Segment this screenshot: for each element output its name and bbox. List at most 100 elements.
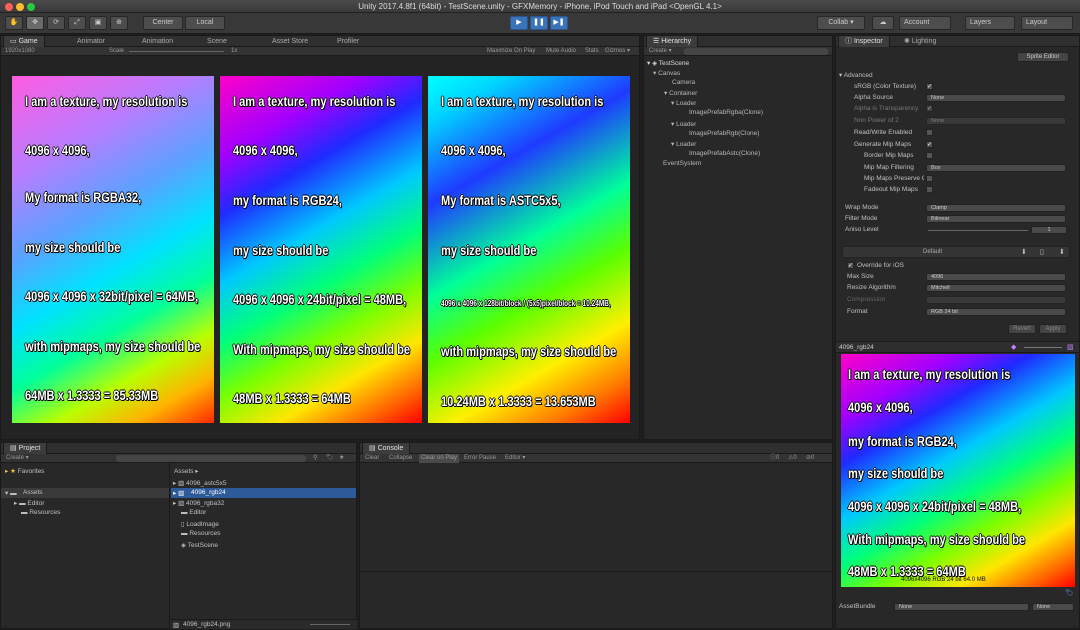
file-item-rgba32[interactable]: ▸ ▧ 4096_rgba32	[173, 499, 224, 507]
override-ios-checkbox[interactable]: ✓	[847, 262, 854, 269]
layout-dropdown[interactable]: Layout	[1021, 16, 1073, 30]
hierarchy-item-image-rgba[interactable]: ImagePrefabRgba(Clone)	[689, 109, 763, 116]
wrap-mode-dropdown[interactable]: Clamp	[926, 204, 1066, 212]
collapse-button[interactable]: Collapse	[389, 454, 412, 463]
hierarchy-item-container[interactable]: ▾ Container	[664, 89, 697, 97]
maximize-on-play-toggle[interactable]: Maximize On Play	[487, 47, 535, 56]
resize-algorithm-dropdown[interactable]: Mitchell	[926, 284, 1066, 292]
mip-slider[interactable]	[1024, 347, 1062, 348]
scale-slider[interactable]	[129, 51, 224, 52]
hand-tool-button[interactable]: ✋	[5, 16, 23, 30]
generate-mipmaps-checkbox[interactable]: ✓	[926, 141, 933, 148]
console-splitter[interactable]	[360, 571, 832, 572]
tab-inspector[interactable]: ⓘ Inspector	[838, 36, 890, 47]
hierarchy-search-input[interactable]	[684, 48, 828, 55]
tab-hierarchy[interactable]: ☰ Hierarchy	[646, 36, 699, 47]
step-button[interactable]: ▶❚	[550, 16, 568, 30]
aniso-slider[interactable]	[928, 230, 1028, 231]
hierarchy-item-loader[interactable]: ▾ Loader	[671, 120, 696, 128]
alpha-source-dropdown[interactable]: None	[926, 94, 1066, 102]
tab-asset-store[interactable]: Asset Store	[266, 36, 314, 47]
assetbundle-variant-dropdown[interactable]: None	[1032, 603, 1074, 611]
cloud-button[interactable]: ☁	[872, 16, 894, 30]
android-icon[interactable]: ⬇	[1059, 248, 1065, 256]
alpha-is-transparency-checkbox[interactable]: ✓	[926, 105, 933, 112]
hierarchy-item-image-astc[interactable]: ImagePrefabAstc(Clone)	[689, 150, 760, 157]
rgb-icon[interactable]: ◆	[1011, 343, 1016, 351]
icon-size-slider[interactable]	[310, 624, 350, 625]
hierarchy-item-loader[interactable]: ▾ Loader	[671, 140, 696, 148]
layers-dropdown[interactable]: Layers	[965, 16, 1015, 30]
tab-animator[interactable]: Animator	[71, 36, 111, 47]
collab-dropdown[interactable]: Collab ▾	[817, 16, 865, 30]
hierarchy-item-eventsystem[interactable]: EventSystem	[663, 160, 701, 167]
tab-console[interactable]: ▤ Console	[362, 443, 411, 454]
border-mipmaps-checkbox[interactable]	[926, 152, 933, 159]
info-count-icon[interactable]: ⓘ 0	[770, 454, 779, 463]
editor-dropdown[interactable]: Editor ▾	[505, 454, 525, 463]
format-dropdown[interactable]: RGB 24 bit	[926, 308, 1066, 316]
hierarchy-item-canvas[interactable]: ▾ Canvas	[653, 69, 680, 77]
folder-item-resources[interactable]: ▬ Resources	[21, 509, 60, 516]
assets-root-item[interactable]: ▾ ▬ Assets	[1, 488, 169, 498]
tab-scene[interactable]: Scene	[201, 36, 233, 47]
pivot-center-button[interactable]: Center	[143, 16, 183, 30]
apply-button[interactable]: Apply	[1039, 324, 1067, 334]
sprite-editor-button[interactable]: Sprite Editor	[1017, 52, 1069, 62]
scale-tool-button[interactable]: ⤢	[68, 16, 86, 30]
revert-button[interactable]: Revert	[1008, 324, 1036, 334]
assetbundle-dropdown[interactable]: None	[894, 603, 1029, 611]
gizmos-dropdown[interactable]: Gizmos ▾	[605, 47, 630, 56]
srgb-checkbox[interactable]: ✓	[926, 83, 933, 90]
rect-tool-button[interactable]: ▣	[89, 16, 107, 30]
ios-device-icon[interactable]: ▯	[1040, 248, 1044, 256]
clear-button[interactable]: Clear	[365, 454, 379, 463]
fadeout-mipmaps-checkbox[interactable]	[926, 186, 933, 193]
aniso-value-field[interactable]: 1	[1031, 226, 1067, 234]
file-item-rgb24-selected[interactable]: ▸ ▧ 4096_rgb24	[171, 488, 356, 498]
favorites-item[interactable]: ▸ ★ Favorites	[5, 467, 44, 475]
error-count-icon[interactable]: ⊘ 0	[806, 454, 814, 463]
space-local-button[interactable]: Local	[185, 16, 225, 30]
minimize-window-button[interactable]	[16, 3, 24, 11]
project-search-input[interactable]	[116, 455, 306, 462]
mipmaps-preserve-checkbox[interactable]	[926, 175, 933, 182]
hierarchy-create-dropdown[interactable]: Create ▾	[649, 47, 672, 56]
project-create-dropdown[interactable]: Create ▾	[6, 454, 29, 463]
close-window-button[interactable]	[5, 3, 13, 11]
mip-icon[interactable]: ▨	[1067, 343, 1074, 351]
play-button[interactable]: ▶	[510, 16, 528, 30]
file-item-loadimage[interactable]: ▯ LoadImage	[181, 520, 219, 528]
hierarchy-item-camera[interactable]: Camera	[672, 79, 695, 86]
download-icon[interactable]: ⬇	[1021, 248, 1027, 256]
advanced-foldout[interactable]: ▾ Advanced	[839, 71, 873, 79]
pause-button[interactable]: ❚❚	[530, 16, 548, 30]
project-breadcrumb[interactable]: Assets ▸	[174, 467, 199, 475]
hierarchy-item-loader[interactable]: ▾ Loader	[671, 99, 696, 107]
resolution-dropdown[interactable]: 1920x1080	[5, 47, 35, 56]
file-item-astc[interactable]: ▸ ▧ 4096_astc5x5	[173, 479, 227, 487]
rotate-tool-button[interactable]: ⟳	[47, 16, 65, 30]
max-size-dropdown[interactable]: 4096	[926, 273, 1066, 281]
file-item-resources[interactable]: ▬ Resources	[181, 530, 220, 537]
error-pause-toggle[interactable]: Error Pause	[464, 454, 496, 463]
tab-lighting[interactable]: ✺ Lighting	[898, 36, 942, 47]
read-write-checkbox[interactable]	[926, 129, 933, 136]
non-power-of-2-dropdown[interactable]: None	[926, 117, 1066, 125]
filter-by-type-icon[interactable]: ⚲	[313, 454, 317, 463]
account-dropdown[interactable]: Account	[899, 16, 951, 30]
tab-game[interactable]: ▭ Game	[3, 36, 45, 47]
file-item-testscene[interactable]: ◈ TestScene	[181, 541, 218, 549]
folder-item-editor[interactable]: ▸ ▬ Editor	[14, 499, 44, 507]
hierarchy-item-scene[interactable]: ▾ ◈ TestScene	[647, 59, 689, 67]
hierarchy-item-image-rgb[interactable]: ImagePrefabRgb(Clone)	[689, 130, 759, 137]
tab-project[interactable]: ▤ Project	[3, 443, 48, 454]
file-item-editor[interactable]: ▬ Editor	[181, 509, 206, 516]
clear-on-play-toggle[interactable]: Clear on Play	[419, 454, 460, 463]
filter-by-label-icon[interactable]: 🏷	[326, 454, 334, 463]
compression-dropdown[interactable]	[926, 296, 1066, 304]
tab-animation[interactable]: Animation	[136, 36, 179, 47]
transform-tool-button[interactable]: ⊕	[110, 16, 128, 30]
tab-profiler[interactable]: Profiler	[331, 36, 365, 47]
zoom-window-button[interactable]	[27, 3, 35, 11]
